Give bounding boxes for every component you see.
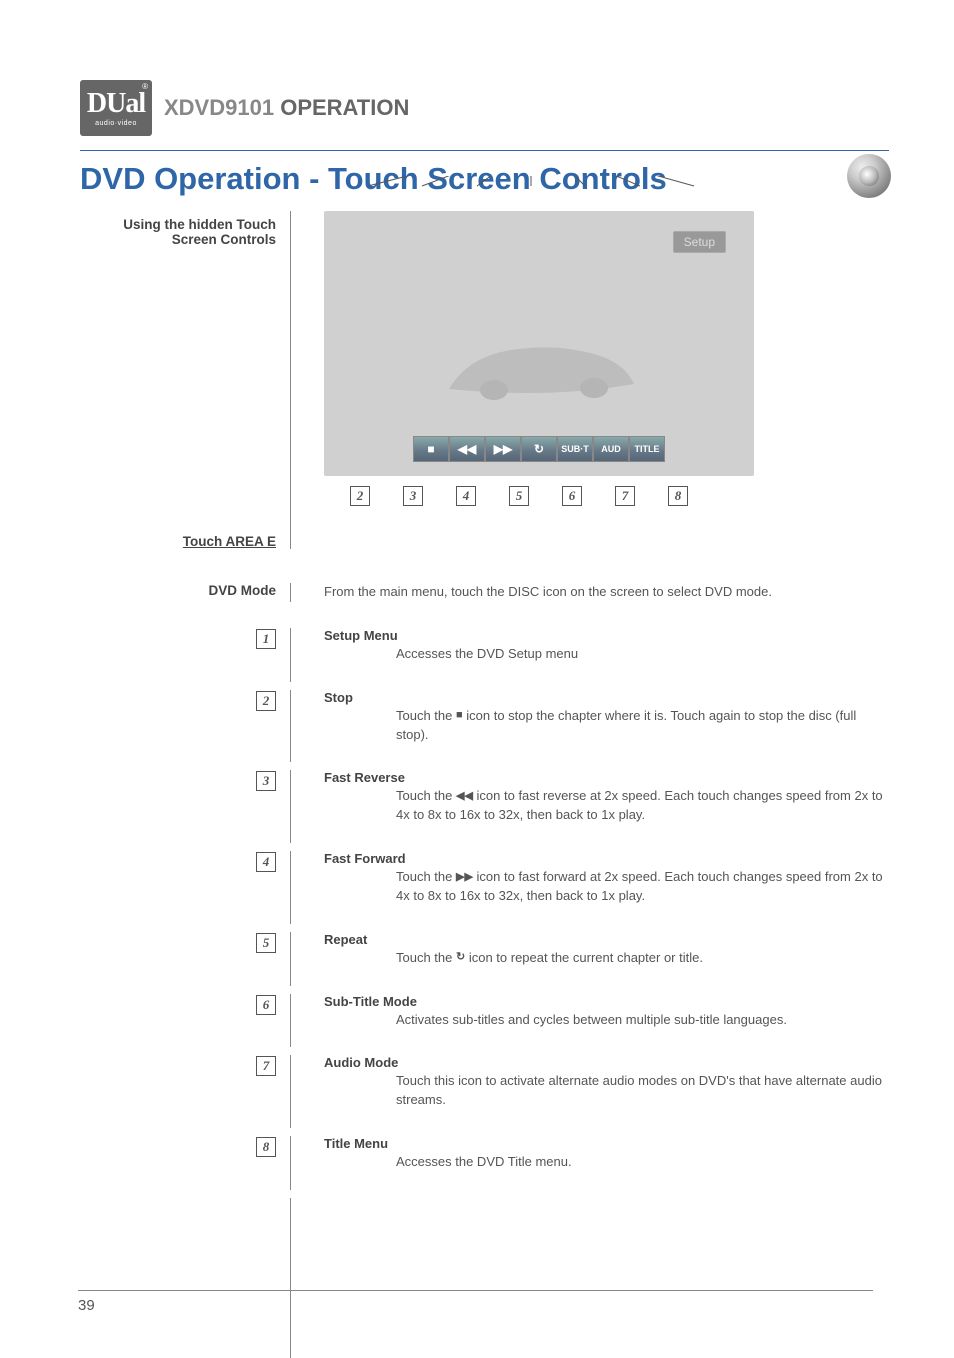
feature-desc: Touch the ◀◀ icon to fast reverse at 2x … (324, 787, 889, 825)
feature-title: Audio Mode (324, 1055, 889, 1070)
brand-name: DUal (87, 90, 145, 118)
operation-label: OPERATION (280, 95, 409, 120)
feature-desc: Touch this icon to activate alternate au… (324, 1072, 889, 1110)
fast-forward-button[interactable]: ▶▶ (485, 436, 521, 462)
feature-number-6: 6 (256, 995, 276, 1015)
label-dvd-mode: DVD Mode (80, 583, 290, 598)
feature-desc: Touch the ▶▶ icon to fast forward at 2x … (324, 868, 889, 906)
screenshot-area: Setup ■ ◀◀ ▶▶ ↻ SUB·T AUD TITLE (324, 211, 889, 506)
feature-title: Fast Reverse (324, 770, 889, 785)
feature-desc: Accesses the DVD Setup menu (324, 645, 889, 664)
car-silhouette-icon (439, 314, 639, 404)
touch-screen-preview: Setup ■ ◀◀ ▶▶ ↻ SUB·T AUD TITLE (324, 211, 754, 476)
callout-7: 7 (615, 486, 635, 506)
feature-number-2: 2 (256, 691, 276, 711)
feature-number-1: 1 (256, 629, 276, 649)
callout-6: 6 (562, 486, 582, 506)
audio-button[interactable]: AUD (593, 436, 629, 462)
feature-number-3: 3 (256, 771, 276, 791)
header: ® DUal audio·video XDVD9101 OPERATION (80, 80, 889, 136)
inline-icon: ↻ (456, 950, 465, 966)
callout-2: 2 (350, 486, 370, 506)
repeat-button[interactable]: ↻ (521, 436, 557, 462)
inline-icon: ◀◀ (456, 789, 473, 805)
inline-icon: ■ (456, 708, 463, 724)
callout-8: 8 (668, 486, 688, 506)
feature-desc: Activates sub-titles and cycles between … (324, 1011, 889, 1030)
model-number: XDVD9101 (164, 95, 274, 120)
disc-icon (847, 154, 891, 198)
dvd-mode-text: From the main menu, touch the DISC icon … (324, 583, 889, 602)
feature-title: Stop (324, 690, 889, 705)
feature-desc: Accesses the DVD Title menu. (324, 1153, 889, 1172)
feature-number-4: 4 (256, 852, 276, 872)
feature-title: Setup Menu (324, 628, 889, 643)
feature-title: Sub-Title Mode (324, 994, 889, 1009)
label-touch-area: Touch AREA E (80, 534, 290, 549)
header-title: XDVD9101 OPERATION (164, 95, 409, 121)
feature-desc: Touch the ■ icon to stop the chapter whe… (324, 707, 889, 745)
brand-logo: ® DUal audio·video (80, 80, 152, 136)
callout-5: 5 (509, 486, 529, 506)
callout-row: 2 3 4 5 6 7 8 (324, 486, 889, 506)
stop-button[interactable]: ■ (413, 436, 449, 462)
feature-title: Repeat (324, 932, 889, 947)
title-button[interactable]: TITLE (629, 436, 665, 462)
fast-reverse-button[interactable]: ◀◀ (449, 436, 485, 462)
callout-lines-icon (324, 176, 754, 236)
subtitle-button[interactable]: SUB·T (557, 436, 593, 462)
callout-3: 3 (403, 486, 423, 506)
feature-desc: Touch the ↻ icon to repeat the current c… (324, 949, 889, 968)
inline-icon: ▶▶ (456, 870, 473, 886)
feature-number-5: 5 (256, 933, 276, 953)
feature-title: Title Menu (324, 1136, 889, 1151)
callout-4: 4 (456, 486, 476, 506)
touch-toolbar: ■ ◀◀ ▶▶ ↻ SUB·T AUD TITLE (413, 436, 665, 462)
label-using-hidden: Using the hidden Touch Screen Controls (80, 217, 290, 247)
brand-sub: audio·video (95, 120, 137, 127)
feature-number-7: 7 (256, 1056, 276, 1076)
feature-number-8: 8 (256, 1137, 276, 1157)
page-number: 39 (78, 1290, 873, 1314)
feature-title: Fast Forward (324, 851, 889, 866)
